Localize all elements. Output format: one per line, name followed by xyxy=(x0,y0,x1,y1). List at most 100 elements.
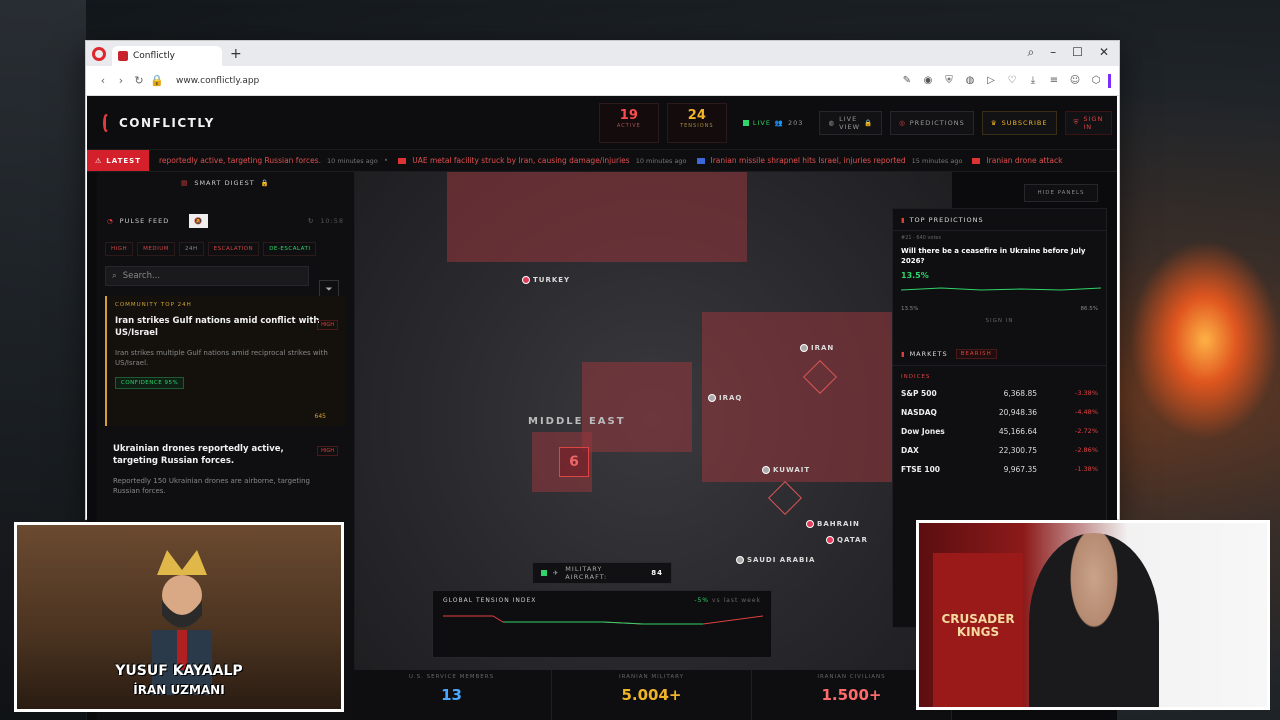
profile-icon[interactable]: ☺ xyxy=(1069,75,1081,86)
active-stat: 19 ACTIVE xyxy=(598,102,659,143)
digest-icon: ▤ xyxy=(181,179,189,187)
feed-card[interactable]: HIGH Ukrainian drones reportedly active,… xyxy=(105,438,346,503)
live-view-button[interactable]: ◍ LIVE VIEW 🔒 xyxy=(819,110,883,135)
play-icon[interactable]: ▷ xyxy=(985,75,997,86)
overlay-name: YUSUF KAYAALP xyxy=(115,663,243,679)
sign-in-button[interactable]: ⛨ SIGN IN xyxy=(1064,110,1113,135)
market-price: 20,948.36 xyxy=(998,407,1037,417)
market-price: 22,300.75 xyxy=(998,445,1037,455)
country-label-kuwait[interactable]: KUWAIT xyxy=(762,466,810,474)
refresh-icon[interactable]: ↻ xyxy=(308,217,314,225)
live-dot-icon xyxy=(742,119,749,126)
severity-badge: HIGH xyxy=(317,320,338,330)
vpn-icon[interactable]: ◍ xyxy=(964,75,976,86)
search-input[interactable]: ⌕ Search... xyxy=(105,266,309,286)
top-predictions-header: ▮ TOP PREDICTIONS xyxy=(893,209,1106,231)
forward-icon[interactable]: › xyxy=(112,74,130,87)
reload-icon[interactable]: ↻ xyxy=(130,74,148,87)
address-bar: ‹ › ↻ 🔒 www.conflictly.app ✎ ◉ ⛨ ◍ ▷ ♡ ⤓… xyxy=(86,66,1119,96)
country-label-saudi-arabia[interactable]: SAUDI ARABIA xyxy=(736,556,815,564)
back-icon[interactable]: ‹ xyxy=(94,74,112,87)
cube-icon[interactable]: ⬡ xyxy=(1090,75,1102,86)
heart-icon[interactable]: ♡ xyxy=(1006,75,1018,86)
market-row[interactable]: Dow Jones 45,166.64 -2.72% xyxy=(893,422,1106,441)
shield-icon[interactable]: ⛨ xyxy=(943,75,955,86)
brand-logo-icon[interactable] xyxy=(103,113,109,132)
camera-icon[interactable]: ◉ xyxy=(922,75,934,86)
tensions-stat: 24 TENSIONS xyxy=(666,102,727,143)
market-row[interactable]: S&P 500 6,368.85 -3.38% xyxy=(893,384,1106,403)
lock-icon: 🔒 xyxy=(150,74,164,87)
indices-label: INDICES xyxy=(901,373,931,380)
search-icon[interactable]: ⌕ xyxy=(1027,45,1034,60)
ticker-item[interactable]: reportedly active, targeting Russian for… xyxy=(159,156,388,165)
game-banner: CRUSADER KINGS xyxy=(933,553,1023,707)
prediction-sign-in[interactable]: SIGN IN xyxy=(893,318,1106,324)
predictions-button[interactable]: ◎ PREDICTIONS xyxy=(890,110,974,135)
markets-header[interactable]: ▮ MARKETS BEARISH xyxy=(893,344,1106,366)
market-change: -4.48% xyxy=(1075,408,1098,417)
prediction-range: 13.5% 86.5% xyxy=(893,306,1106,312)
close-icon[interactable]: ✕ xyxy=(1099,45,1109,60)
world-map[interactable]: TURKEY IRAN IRAQ KUWAIT BAHRAIN QATAR SA… xyxy=(352,172,952,720)
top-predictions-label: TOP PREDICTIONS xyxy=(909,215,984,224)
maximize-icon[interactable]: ☐ xyxy=(1072,45,1083,60)
global-tension-widget[interactable]: GLOBAL TENSION INDEX -5% vs last week xyxy=(432,590,772,658)
subscribe-button[interactable]: ♛ SUBSCRIBE xyxy=(981,110,1057,135)
target-icon: ◎ xyxy=(899,118,906,127)
edit-icon[interactable]: ✎ xyxy=(901,75,913,86)
ticker-item[interactable]: UAE metal facility struck by Iran, causi… xyxy=(398,156,687,165)
market-row[interactable]: FTSE 100 9,967.35 -1.38% xyxy=(893,460,1106,479)
country-name: IRAN xyxy=(811,344,835,352)
market-row[interactable]: DAX 22,300.75 -2.86% xyxy=(893,441,1106,460)
casualty-stats: U.S. SERVICE MEMBERS 13 IRANIAN MILITARY… xyxy=(352,670,952,720)
feed-card[interactable]: COMMUNITY TOP 24H HIGH Iran strikes Gulf… xyxy=(105,296,346,426)
stat-value: 5.004+ xyxy=(621,686,682,704)
military-count: 84 xyxy=(651,569,663,577)
stat-label: IRANIAN MILITARY xyxy=(619,674,684,680)
flag-icon xyxy=(972,157,981,164)
market-change: -2.86% xyxy=(1075,446,1098,455)
flag-icon xyxy=(696,157,705,164)
download-icon[interactable]: ⤓ xyxy=(1027,75,1039,86)
country-label-iraq[interactable]: IRAQ xyxy=(708,394,742,402)
new-tab-icon[interactable]: + xyxy=(230,46,242,62)
vote-count[interactable]: 645 xyxy=(315,413,326,420)
mute-icon[interactable]: 🔕 xyxy=(189,214,209,228)
ticker-separator: • xyxy=(383,156,389,165)
market-row[interactable]: NASDAQ 20,948.36 -4.48% xyxy=(893,403,1106,422)
opera-logo-icon[interactable] xyxy=(92,46,106,61)
plane-icon: ✈ xyxy=(552,569,560,577)
hotspot-marker[interactable] xyxy=(768,481,802,515)
tension-compare: vs last week xyxy=(711,597,761,604)
filter-de-escalation[interactable]: DE-ESCALATI xyxy=(263,242,317,256)
browser-tab[interactable]: Conflictly xyxy=(112,46,222,66)
ticker-item[interactable]: Iranian missile shrapnel hits Israel, in… xyxy=(696,156,962,165)
military-aircraft-widget[interactable]: ✈ MILITARY AIRCRAFT: 84 xyxy=(532,562,672,584)
url-field[interactable]: www.conflictly.app xyxy=(176,76,259,86)
tab-bar: Conflictly + ⌕ – ☐ ✕ xyxy=(86,41,1119,66)
ticker-time: 10 minutes ago xyxy=(326,156,378,165)
rss-icon: ◔ xyxy=(107,217,114,225)
market-price: 6,368.85 xyxy=(1003,388,1037,398)
filter-high[interactable]: HIGH xyxy=(105,242,134,256)
prediction-question[interactable]: Will there be a ceasefire in Ukraine bef… xyxy=(893,241,1106,267)
country-label-bahrain[interactable]: BAHRAIN xyxy=(806,520,860,528)
country-label-turkey[interactable]: TURKEY xyxy=(522,276,570,284)
minimize-icon[interactable]: – xyxy=(1050,45,1056,60)
browser-toolbar: ✎ ◉ ⛨ ◍ ▷ ♡ ⤓ ≡ ☺ ⬡ xyxy=(901,75,1102,86)
market-change: -2.72% xyxy=(1075,427,1098,436)
country-label-qatar[interactable]: QATAR xyxy=(826,536,868,544)
filter-medium[interactable]: MEDIUM xyxy=(137,242,176,256)
filter-24h[interactable]: 24H xyxy=(179,242,204,256)
smart-digest-header[interactable]: ▤ SMART DIGEST 🔒 xyxy=(97,172,354,194)
event-cluster[interactable]: 6 xyxy=(559,447,589,477)
country-label-iran[interactable]: IRAN xyxy=(800,344,834,352)
hide-panels-button[interactable]: HIDE PANELS xyxy=(1024,184,1098,202)
card-body: Reportedly 150 Ukrainian drones are airb… xyxy=(113,476,310,496)
market-change: -3.38% xyxy=(1075,389,1098,398)
ticker-item[interactable]: Iranian drone attack xyxy=(972,156,1063,165)
filter-escalation[interactable]: ESCALATION xyxy=(207,242,260,256)
brand-name[interactable]: CONFLICTLY xyxy=(119,116,215,130)
menu-icon[interactable]: ≡ xyxy=(1048,75,1060,86)
